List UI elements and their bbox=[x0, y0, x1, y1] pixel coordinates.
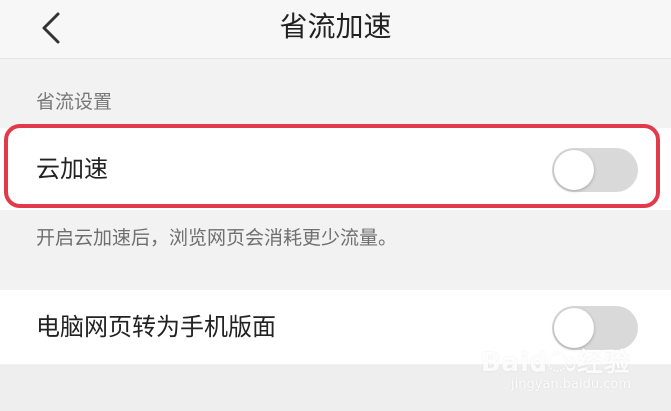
setting-row-cloud-acceleration: 云加速 bbox=[0, 128, 671, 210]
watermark-url: jingyan.baidu.com bbox=[511, 377, 631, 392]
cloud-acceleration-description: 开启云加速后，浏览网页会消耗更少流量。 bbox=[36, 227, 398, 249]
cloud-acceleration-label: 云加速 bbox=[36, 155, 108, 183]
section-label: 省流设置 bbox=[36, 91, 113, 113]
desktop-to-mobile-label: 电脑网页转为手机版面 bbox=[36, 313, 276, 341]
toggle-knob bbox=[554, 308, 594, 348]
desktop-to-mobile-toggle[interactable] bbox=[552, 306, 638, 350]
top-bar: 省流加速 bbox=[0, 0, 671, 59]
cloud-acceleration-toggle[interactable] bbox=[552, 148, 638, 192]
toggle-knob bbox=[554, 150, 594, 190]
baidu-jingyan-watermark: Bai𝐝ು经验 jingyan.baidu.com bbox=[481, 349, 631, 393]
page-title: 省流加速 bbox=[279, 10, 392, 43]
watermark-brand: Bai𝐝ು经验 bbox=[480, 348, 631, 378]
